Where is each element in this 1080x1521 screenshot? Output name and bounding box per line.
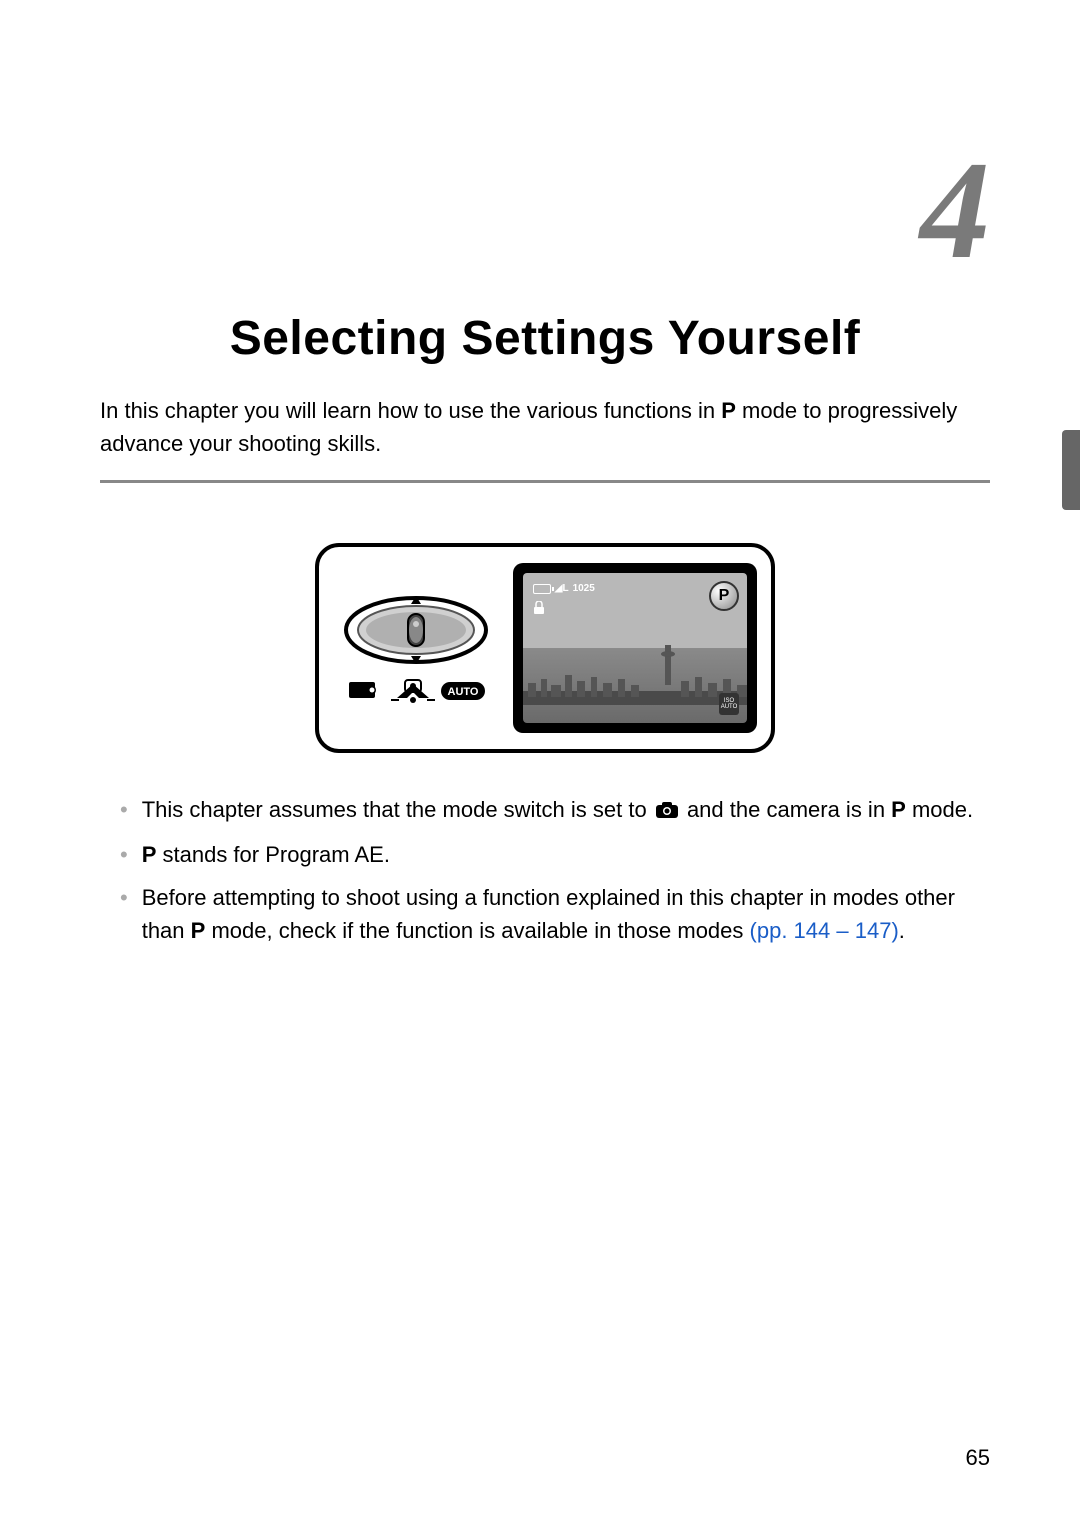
p-mode-icon: P	[142, 842, 157, 867]
skyline-graphic	[523, 673, 747, 705]
page-ref-link-147[interactable]: 147)	[855, 918, 899, 943]
chapter-number: 4	[100, 130, 990, 291]
page-number: 65	[966, 1445, 990, 1471]
chapter-edge-tab	[1062, 430, 1080, 510]
battery-icon	[533, 584, 551, 594]
list-item: • Before attempting to shoot using a fun…	[120, 881, 990, 947]
intro-text-1: In this chapter you will learn how to us…	[100, 398, 721, 423]
bullet-2-text: stands for Program AE.	[156, 842, 390, 867]
intro-paragraph: In this chapter you will learn how to us…	[100, 394, 990, 460]
shots-remaining: 1025	[573, 583, 595, 594]
bullet-1-text-1: This chapter assumes that the mode switc…	[142, 797, 653, 822]
bullet-1-text-3: mode.	[906, 797, 973, 822]
bullet-3-text-2: mode, check if the function is available…	[205, 918, 749, 943]
p-mode-icon: P	[891, 797, 906, 822]
quality-icon: ◢L	[555, 583, 569, 594]
lcd-screen: ◢L 1025	[513, 563, 757, 733]
chapter-title: Selecting Settings Yourself	[100, 311, 990, 366]
svg-text:AUTO: AUTO	[447, 686, 478, 698]
bullet-marker: •	[120, 838, 128, 871]
bullet-marker: •	[120, 793, 128, 828]
mode-switch-icon	[341, 590, 491, 670]
bullet-1-text-2: and the camera is in	[681, 797, 891, 822]
list-item: • This chapter assumes that the mode swi…	[120, 793, 990, 828]
iso-auto-badge: ISO AUTO	[719, 693, 739, 715]
page-ref-link-144[interactable]: (pp. 144	[750, 918, 831, 943]
mode-labels-icon: AUTO	[341, 676, 491, 706]
bullet-marker: •	[120, 881, 128, 947]
section-divider	[100, 480, 990, 483]
p-mode-icon: P	[191, 918, 206, 943]
p-mode-badge: P	[709, 581, 739, 611]
notes-list: • This chapter assumes that the mode swi…	[100, 793, 990, 947]
camera-icon	[655, 795, 679, 828]
p-mode-icon: P	[721, 398, 736, 423]
lock-icon	[533, 601, 545, 615]
mode-figure: AUTO ◢L 1025	[315, 543, 775, 753]
bullet-3-text-3: .	[899, 918, 905, 943]
list-item: • P stands for Program AE.	[120, 838, 990, 871]
page-ref-dash: –	[830, 918, 854, 943]
